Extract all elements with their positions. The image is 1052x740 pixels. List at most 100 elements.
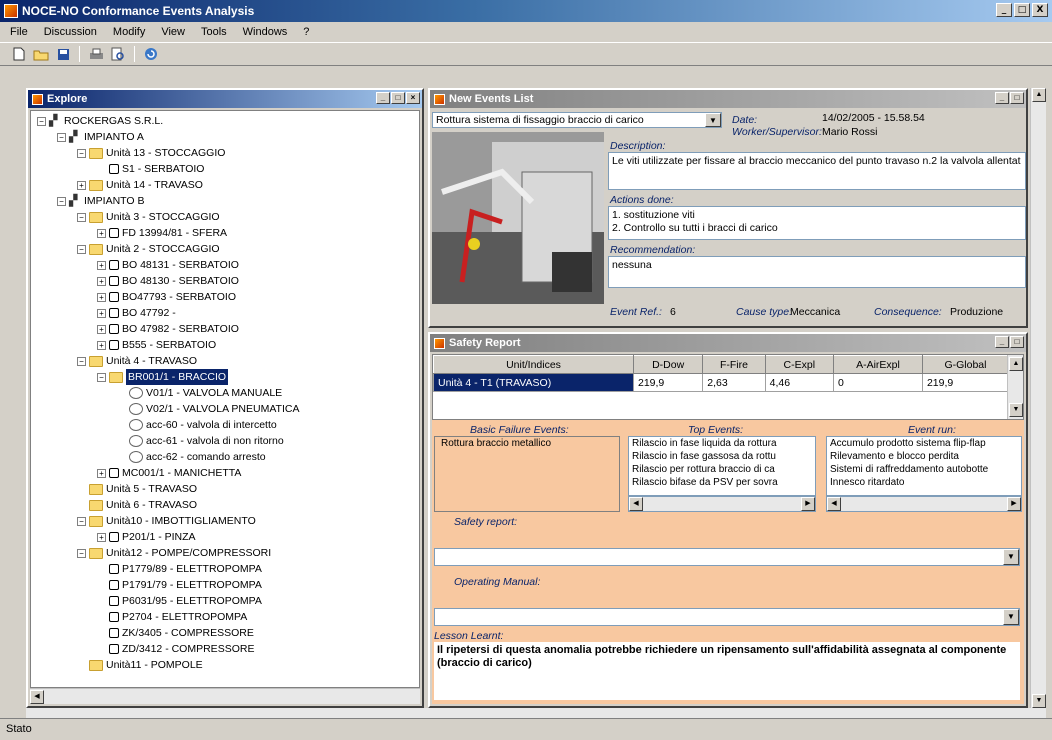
top-events-h-scrollbar[interactable]: ◀ ▶ [628, 496, 816, 512]
tree-node[interactable]: + BO 47792 - [97, 305, 176, 321]
mdi-horizontal-scrollbar[interactable] [26, 708, 1046, 718]
grid-header[interactable]: A-AirExpl [832, 355, 923, 374]
collapse-icon[interactable]: − [57, 196, 66, 206]
top-events-list[interactable]: Rilascio in fase liquida da rottura Rila… [628, 436, 816, 496]
tree-node[interactable]: P1791/79 - ELETTROPOMPA [97, 577, 262, 593]
tree-node[interactable]: Unità 5 - TRAVASO [77, 481, 197, 497]
maximize-button[interactable]: □ [1014, 3, 1030, 17]
menu-help[interactable]: ? [303, 26, 309, 38]
tree-node[interactable]: Unità11 - POMPOLE [77, 657, 203, 673]
tree-node[interactable]: − Unità 13 - STOCCAGGIO [77, 145, 225, 161]
tree-node[interactable]: + MC001/1 - MANICHETTA [97, 465, 241, 481]
scroll-right-button[interactable]: ▶ [801, 497, 815, 511]
grid-header[interactable]: G-Global [921, 355, 1010, 374]
collapse-icon[interactable]: − [77, 356, 86, 366]
tree-node[interactable]: + BO 48130 - SERBATOIO [97, 273, 239, 289]
tree-node[interactable]: − ▞ IMPIANTO A [57, 129, 144, 145]
lesson-learnt-field[interactable]: Il ripetersi di questa anomalia potrebbe… [434, 642, 1020, 700]
minimize-button[interactable]: _ [996, 3, 1012, 17]
list-item[interactable]: Rilascio per rottura braccio di ca [629, 463, 815, 476]
grid-cell[interactable]: 2,63 [702, 373, 766, 392]
list-item[interactable]: Sistemi di raffreddamento autobotte [827, 463, 1021, 476]
scroll-left-button[interactable]: ◀ [30, 690, 44, 704]
collapse-icon[interactable]: − [37, 116, 46, 126]
menu-windows[interactable]: Windows [243, 26, 288, 38]
horizontal-scrollbar[interactable]: ◀ [30, 688, 420, 704]
grid-header[interactable]: D-Dow [632, 355, 704, 374]
tree-node[interactable]: + Unità 14 - TRAVASO [77, 177, 203, 193]
chevron-down-icon[interactable]: ▼ [1003, 609, 1019, 625]
description-field[interactable]: Le viti utilizzate per fissare al bracci… [608, 152, 1026, 190]
scroll-right-button[interactable]: ▶ [1007, 497, 1021, 511]
grid-header[interactable]: C-Expl [764, 355, 834, 374]
tree-node[interactable]: V01/1 - VALVOLA MANUALE [117, 385, 282, 401]
tree-node[interactable]: − ▞ ROCKERGAS S.R.L. [37, 113, 163, 129]
indices-grid[interactable]: Unit/Indices D-Dow F-Fire C-Expl A-AirEx… [433, 355, 1010, 392]
grid-cell[interactable]: 0 [832, 373, 923, 392]
minimize-button[interactable]: _ [995, 336, 1009, 348]
open-icon[interactable] [32, 45, 50, 63]
tree-node[interactable]: acc-60 - valvola di intercetto [117, 417, 277, 433]
tree-node[interactable]: + FD 13994/81 - SFERA [97, 225, 227, 241]
grid-cell[interactable]: 219,9 [921, 373, 1010, 392]
list-item[interactable]: Accumulo prodotto sistema flip-flap [827, 437, 1021, 450]
chevron-down-icon[interactable]: ▼ [1003, 549, 1019, 565]
tree-node[interactable]: ZK/3405 - COMPRESSORE [97, 625, 254, 641]
list-item[interactable]: Innesco ritardato [827, 476, 1021, 489]
list-item[interactable]: Rilevamento e blocco perdita [827, 450, 1021, 463]
expand-icon[interactable]: + [97, 468, 106, 478]
tree-node[interactable]: − Unità 2 - STOCCAGGIO [77, 241, 220, 257]
operating-manual-select[interactable]: ▼ [434, 608, 1020, 626]
tree-node[interactable]: − Unità12 - POMPE/COMPRESSORI [77, 545, 271, 561]
expand-icon[interactable]: + [97, 324, 106, 334]
expand-icon[interactable]: + [97, 308, 106, 318]
table-row[interactable]: Unità 4 - T1 (TRAVASO) 219,9 2,63 4,46 0… [433, 373, 1010, 392]
scroll-down-button[interactable]: ▼ [1032, 694, 1046, 708]
tree-node[interactable]: P1779/89 - ELETTROPOMPA [97, 561, 262, 577]
tree-node[interactable]: S1 - SERBATOIO [97, 161, 204, 177]
tree-node[interactable]: − BR001/1 - BRACCIO [97, 369, 229, 385]
expand-icon[interactable]: + [97, 292, 106, 302]
scroll-left-button[interactable]: ◀ [827, 497, 841, 511]
event-run-h-scrollbar[interactable]: ◀ ▶ [826, 496, 1022, 512]
event-select[interactable]: Rottura sistema di fissaggio braccio di … [432, 112, 722, 128]
tree-node[interactable]: V02/1 - VALVOLA PNEUMATICA [117, 401, 299, 417]
collapse-icon[interactable]: − [77, 548, 86, 558]
scroll-down-button[interactable]: ▼ [1009, 403, 1023, 417]
tree-node[interactable]: P2704 - ELETTROPOMPA [97, 609, 247, 625]
menu-discussion[interactable]: Discussion [44, 26, 97, 38]
grid-cell[interactable]: Unità 4 - T1 (TRAVASO) [433, 373, 634, 392]
menu-tools[interactable]: Tools [201, 26, 227, 38]
minimize-button[interactable]: _ [995, 92, 1009, 104]
maximize-button[interactable]: □ [1010, 92, 1024, 104]
close-button[interactable]: X [1032, 3, 1048, 17]
collapse-icon[interactable]: − [77, 516, 86, 526]
collapse-icon[interactable]: − [97, 372, 106, 382]
new-icon[interactable] [10, 45, 28, 63]
explore-tree[interactable]: − ▞ ROCKERGAS S.R.L. − ▞ IMPIANTO A − Unità 13 … [30, 110, 420, 688]
expand-icon[interactable]: + [97, 276, 106, 286]
tree-node[interactable]: + B555 - SERBATOIO [97, 337, 216, 353]
tree-node[interactable]: − Unità 3 - STOCCAGGIO [77, 209, 220, 225]
refresh-icon[interactable] [142, 45, 160, 63]
menu-file[interactable]: File [10, 26, 28, 38]
tree-node[interactable]: P6031/95 - ELETTROPOMPA [97, 593, 262, 609]
list-item[interactable]: Rilascio in fase gassosa da rottu [629, 450, 815, 463]
tree-node[interactable]: − Unità 4 - TRAVASO [77, 353, 197, 369]
collapse-icon[interactable]: − [77, 148, 86, 158]
grid-vertical-scrollbar[interactable]: ▲ ▼ [1007, 355, 1023, 419]
list-item[interactable]: Rilascio bifase da PSV per sovra [629, 476, 815, 489]
close-button[interactable]: × [406, 92, 420, 104]
tree-node[interactable]: ZD/3412 - COMPRESSORE [97, 641, 254, 657]
collapse-icon[interactable]: − [77, 244, 86, 254]
save-icon[interactable] [54, 45, 72, 63]
grid-header[interactable]: F-Fire [702, 355, 766, 374]
minimize-button[interactable]: _ [376, 92, 390, 104]
expand-icon[interactable]: + [97, 228, 106, 238]
expand-icon[interactable]: + [97, 340, 106, 350]
maximize-button[interactable]: □ [391, 92, 405, 104]
event-run-list[interactable]: Accumulo prodotto sistema flip-flap Rile… [826, 436, 1022, 496]
menu-view[interactable]: View [161, 26, 185, 38]
tree-node[interactable]: + BO47793 - SERBATOIO [97, 289, 236, 305]
print-icon[interactable] [87, 45, 105, 63]
